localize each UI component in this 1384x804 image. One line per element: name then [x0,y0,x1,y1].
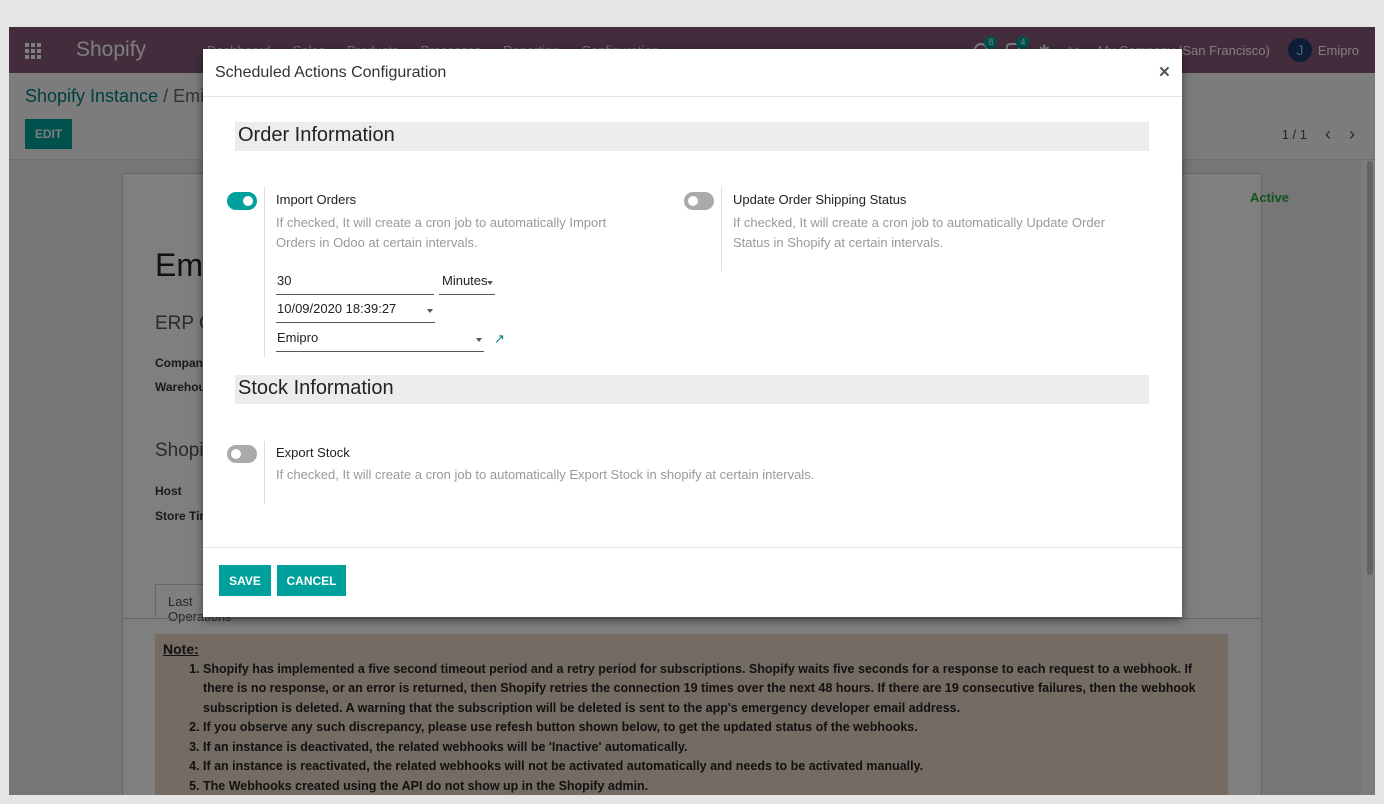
chevron-down-icon [487,281,493,285]
update-shipping-toggle[interactable] [684,192,714,210]
next-execution-date-input[interactable]: 10/09/2020 18:39:27 [276,299,435,323]
dialog-title: Scheduled Actions Configuration [215,63,447,81]
import-orders-divider [264,187,265,357]
interval-type-value: Minutes [442,273,488,288]
cron-user-select[interactable]: Emipro [276,328,484,352]
cancel-button[interactable]: CANCEL [277,565,346,596]
interval-number-input[interactable]: 30 [276,271,434,295]
export-stock-divider [264,441,265,504]
import-orders-help: If checked, It will create a cron job to… [276,215,607,250]
scheduled-actions-dialog: Scheduled Actions Configuration × Order … [203,49,1182,617]
app-window: Shopify Dashboard Sales Products Process… [9,27,1375,795]
cron-user-value: Emipro [277,330,319,345]
update-shipping-divider [721,187,722,271]
close-icon[interactable]: × [1159,62,1170,84]
chevron-down-icon [427,309,433,313]
import-orders-label: Import Orders [276,192,357,207]
update-shipping-help: If checked, It will create a cron job to… [733,215,1106,250]
save-button[interactable]: SAVE [219,565,271,596]
dialog-footer: SAVE CANCEL [203,547,1182,617]
chevron-down-icon [476,338,482,342]
import-orders-toggle[interactable] [227,192,257,210]
order-information-heading: Order Information [235,122,1149,151]
external-link-icon[interactable]: ↗ [494,331,505,347]
interval-type-select[interactable]: Minutes [439,271,495,295]
export-stock-toggle[interactable] [227,445,257,463]
dialog-header: Scheduled Actions Configuration × [203,49,1182,97]
next-execution-date-value: 10/09/2020 18:39:27 [277,301,397,316]
export-stock-label: Export Stock [276,445,350,460]
stock-information-heading: Stock Information [235,375,1149,404]
update-shipping-label: Update Order Shipping Status [733,192,907,207]
export-stock-help: If checked, It will create a cron job to… [276,467,815,482]
